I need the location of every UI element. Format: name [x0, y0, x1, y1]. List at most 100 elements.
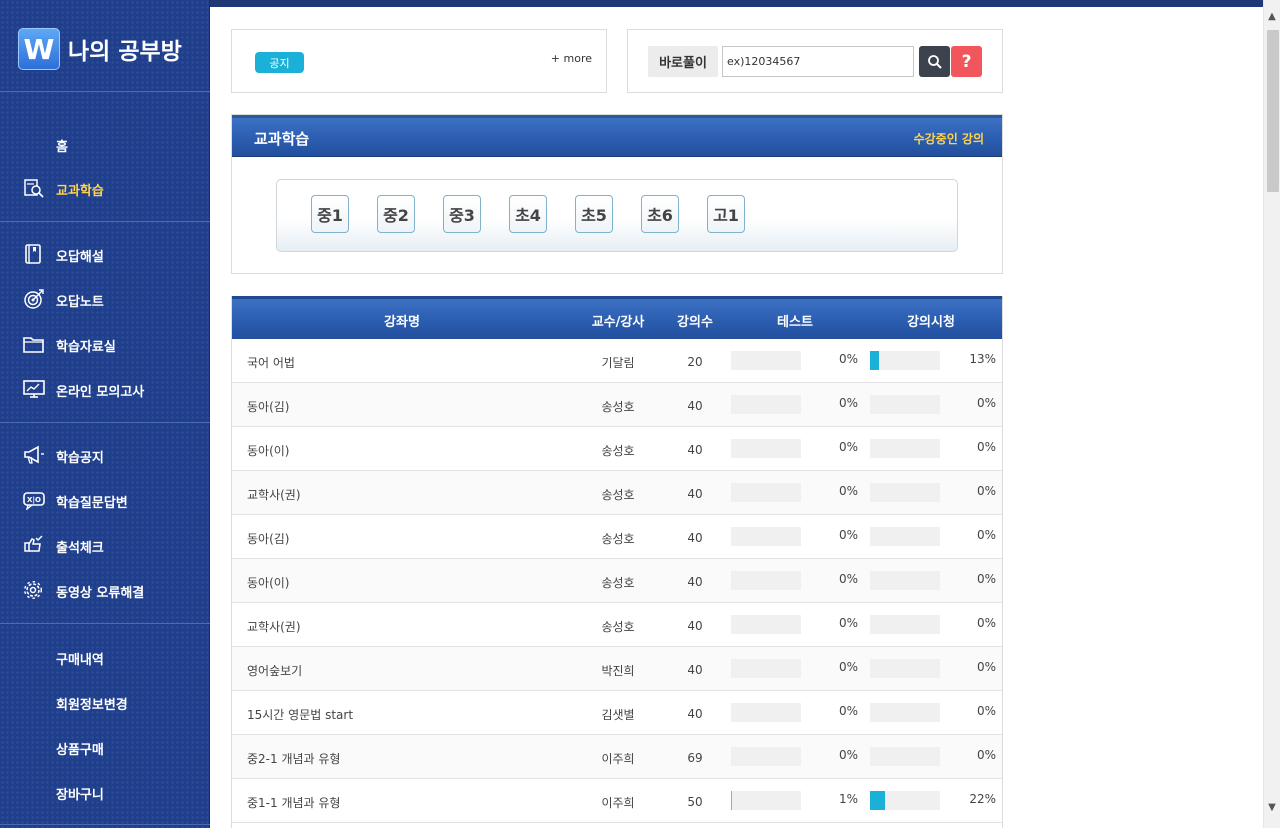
sidebar-item-cart[interactable]: 장바구니	[0, 778, 210, 806]
watch-percent: 0%	[976, 396, 996, 410]
sidebar-item-label: 오답해설	[56, 250, 104, 265]
course-name[interactable]: 동아(이)	[247, 442, 289, 459]
sidebar: W 나의 공부방 홈 교과학습 오답해설 오답노트 학습자료실 온라인 모의고사…	[0, 0, 210, 828]
test-progress-bar	[731, 571, 801, 590]
watch-percent: 0%	[976, 660, 996, 674]
page-scrollbar[interactable]: ▲ ▼	[1263, 0, 1280, 828]
grade-button-e6[interactable]: 초6	[641, 195, 679, 233]
quick-solve-input[interactable]	[722, 46, 914, 77]
test-progress-bar	[731, 703, 801, 722]
course-name[interactable]: 중1-1 개념과 유형	[247, 794, 340, 811]
megaphone-icon	[24, 445, 44, 464]
quick-solve-label: 바로풀이	[648, 46, 718, 77]
table-row[interactable]: 15시간 영문법 start 김샛별 40 0% 0%	[232, 691, 1002, 735]
course-name[interactable]: 동아(김)	[247, 398, 289, 415]
grade-button-h1[interactable]: 고1	[707, 195, 745, 233]
table-row[interactable]: 동아(김) 송성호 40 0% 0%	[232, 515, 1002, 559]
sidebar-item-study-notice[interactable]: 학습공지	[0, 441, 210, 469]
watch-percent: 0%	[976, 484, 996, 498]
course-name[interactable]: 교학사(권)	[247, 486, 301, 503]
table-header: 강좌명 교수/강사 강의수 테스트 강의시청	[232, 296, 1002, 339]
teacher-name: 송성호	[601, 532, 635, 546]
test-percent: 0%	[838, 484, 858, 498]
sidebar-item-label: 학습질문답변	[56, 496, 128, 511]
course-name[interactable]: 교학사(권)	[247, 618, 301, 635]
header-watch: 강의시청	[907, 315, 955, 330]
grade-button-m2[interactable]: 중2	[377, 195, 415, 233]
table-row[interactable]: 국어 어법 기달림 20 0% 13%	[232, 339, 1002, 383]
sidebar-item-purchase-history[interactable]: 구매내역	[0, 643, 210, 671]
header-test: 테스트	[777, 315, 813, 330]
lecture-count: 40	[687, 531, 703, 545]
sidebar-item-attendance[interactable]: 출석체크	[0, 531, 210, 559]
course-name[interactable]: 중2-1 개념과 유형	[247, 750, 340, 767]
notice-box: 공지 + more	[231, 29, 607, 93]
notice-badge[interactable]: 공지	[255, 52, 304, 73]
teacher-name: 기달림	[601, 356, 635, 370]
sidebar-item-video-fix[interactable]: 동영상 오류해결	[0, 576, 210, 604]
watch-progress-fill	[870, 791, 886, 810]
watch-percent: 0%	[976, 748, 996, 762]
test-progress-bar	[731, 351, 801, 370]
help-button[interactable]: ?	[951, 46, 982, 77]
table-row[interactable]: 영어숲보기 박진희 40 0% 0%	[232, 647, 1002, 691]
grade-button-m3[interactable]: 중3	[443, 195, 481, 233]
sidebar-item-label: 출석체크	[56, 541, 104, 556]
lecture-count: 40	[687, 443, 703, 457]
header-teacher: 교수/강사	[591, 315, 645, 330]
sidebar-item-materials[interactable]: 학습자료실	[0, 330, 210, 358]
enrolled-courses-link[interactable]: 수강중인 강의	[914, 130, 984, 147]
sidebar-item-answer-explain[interactable]: 오답해설	[0, 240, 210, 268]
hand-check-icon	[24, 535, 43, 552]
scroll-down-arrow-icon[interactable]: ▼	[1264, 799, 1280, 816]
course-name[interactable]: 국어 어법	[247, 354, 295, 371]
section-title: 교과학습	[254, 130, 310, 148]
test-progress-bar	[731, 483, 801, 502]
grade-button-e5[interactable]: 초5	[575, 195, 613, 233]
scroll-up-arrow-icon[interactable]: ▲	[1264, 8, 1280, 25]
table-row[interactable]: 교학사(권) 송성호 40 0% 0%	[232, 603, 1002, 647]
sidebar-item-label: 구매내역	[56, 653, 104, 668]
table-row[interactable]: 교학사(권) 송성호 40 0% 0%	[232, 471, 1002, 515]
grade-button-e4[interactable]: 초4	[509, 195, 547, 233]
svg-text:X|O: X|O	[27, 496, 41, 505]
more-link[interactable]: + more	[551, 52, 592, 65]
course-name[interactable]: 영어숲보기	[247, 662, 302, 679]
table-row[interactable]: 동아(김) 송성호 40 0% 0%	[232, 383, 1002, 427]
sidebar-item-wrong-note[interactable]: 오답노트	[0, 285, 210, 313]
sidebar-item-label: 회원정보변경	[56, 698, 128, 713]
sidebar-item-label: 상품구매	[56, 743, 104, 758]
book-icon	[25, 244, 41, 264]
scroll-thumb[interactable]	[1267, 30, 1279, 192]
table-row[interactable]: 중2-1 개념과 유형 이주희 69 0% 0%	[232, 735, 1002, 779]
search-button[interactable]	[919, 46, 950, 77]
sidebar-item-member-info[interactable]: 회원정보변경	[0, 688, 210, 716]
sidebar-item-subject-study[interactable]: 교과학습	[0, 174, 210, 202]
sidebar-item-buy-product[interactable]: 상품구매	[0, 733, 210, 761]
header-lecture-count: 강의수	[677, 315, 713, 330]
search-doc-icon	[24, 179, 44, 198]
test-percent: 0%	[838, 352, 858, 366]
table-row[interactable]: 중1-1 개념과 유형 이주희 50 1% 22%	[232, 779, 1002, 823]
sidebar-item-mock-exam[interactable]: 온라인 모의고사	[0, 375, 210, 403]
sidebar-item-label: 홈	[56, 140, 68, 155]
watch-progress-fill	[870, 351, 880, 370]
logo[interactable]: W 나의 공부방	[18, 28, 182, 70]
course-name[interactable]: 동아(이)	[247, 574, 289, 591]
table-row[interactable]: 동아(이) 송성호 40 0% 0%	[232, 427, 1002, 471]
watch-progress-bar	[870, 703, 940, 722]
watch-progress-bar	[870, 747, 940, 766]
header-course-name: 강좌명	[384, 315, 420, 330]
course-name[interactable]: 15시간 영문법 start	[247, 706, 353, 723]
sidebar-item-home[interactable]: 홈	[0, 130, 210, 158]
course-name[interactable]: 동아(김)	[247, 530, 289, 547]
grade-button-m1[interactable]: 중1	[311, 195, 349, 233]
teacher-name: 이주희	[601, 752, 635, 766]
watch-progress-bar	[870, 615, 940, 634]
sidebar-item-qna[interactable]: X|O 학습질문답변	[0, 486, 210, 514]
watch-percent: 0%	[976, 440, 996, 454]
watch-progress-bar	[870, 483, 940, 502]
table-row[interactable]: 동아(이) 송성호 40 0% 0%	[232, 559, 1002, 603]
watch-progress-bar	[870, 659, 940, 678]
lecture-count: 40	[687, 575, 703, 589]
